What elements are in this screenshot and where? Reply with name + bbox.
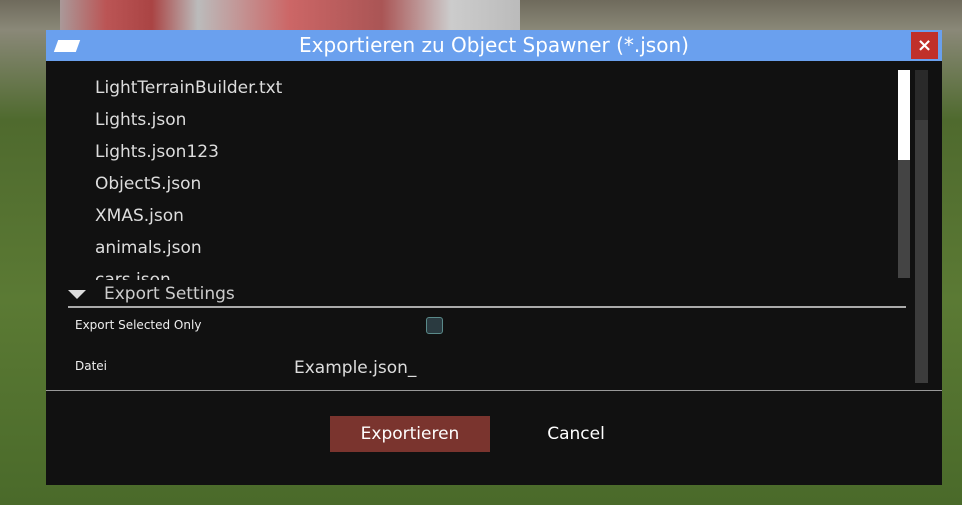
file-item[interactable]: XMAS.json (95, 206, 184, 226)
file-item[interactable]: ObjectS.json (95, 174, 201, 194)
scrollbar-thumb[interactable] (915, 120, 928, 383)
dialog-title: Exportieren zu Object Spawner (*.json) (299, 33, 689, 57)
background-scene (60, 0, 520, 30)
file-list-scrollbar[interactable] (898, 70, 910, 278)
export-settings-header[interactable]: Export Settings (68, 284, 235, 304)
dialog-scrollbar[interactable] (915, 70, 928, 383)
file-name-input[interactable]: Example.json_ (294, 358, 416, 378)
cancel-button[interactable]: Cancel (506, 416, 646, 452)
collapse-triangle-icon (68, 289, 86, 299)
title-bar[interactable]: Exportieren zu Object Spawner (*.json) × (46, 30, 942, 61)
file-item[interactable]: Lights.json (95, 110, 186, 130)
export-selected-checkbox[interactable] (426, 317, 443, 334)
window-icon (53, 40, 81, 52)
file-list: LightTerrainBuilder.txt Lights.json Ligh… (46, 62, 896, 280)
scrollbar-thumb[interactable] (898, 70, 910, 160)
divider (68, 306, 906, 308)
divider (46, 390, 942, 391)
file-item[interactable]: LightTerrainBuilder.txt (95, 78, 282, 98)
file-item[interactable]: animals.json (95, 238, 202, 258)
close-button[interactable]: × (911, 32, 938, 59)
file-label: Datei (75, 359, 108, 373)
export-dialog: Exportieren zu Object Spawner (*.json) ×… (46, 30, 942, 485)
file-item[interactable]: cars.json (95, 270, 171, 280)
export-selected-label: Export Selected Only (75, 318, 202, 332)
export-button[interactable]: Exportieren (330, 416, 490, 452)
file-item[interactable]: Lights.json123 (95, 142, 219, 162)
